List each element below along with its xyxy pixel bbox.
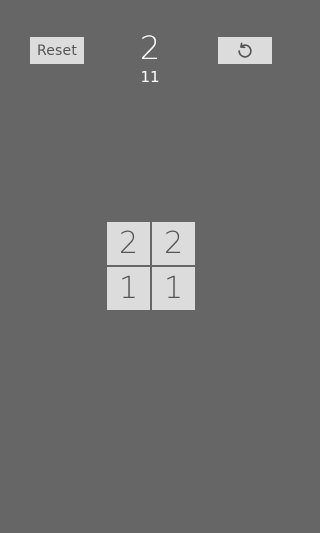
tile-2[interactable]: 2	[152, 222, 195, 265]
tile-3[interactable]: 1	[107, 267, 150, 310]
tile-4[interactable]: 1	[152, 267, 195, 310]
undo-icon	[238, 42, 252, 58]
undo-button[interactable]	[218, 37, 272, 64]
game-board: 2 2 1 1	[107, 222, 195, 310]
tile-1[interactable]: 2	[107, 222, 150, 265]
game-screen: Reset 2 11 2 2 1 1	[0, 0, 300, 533]
moves-counter: 11	[140, 68, 160, 86]
